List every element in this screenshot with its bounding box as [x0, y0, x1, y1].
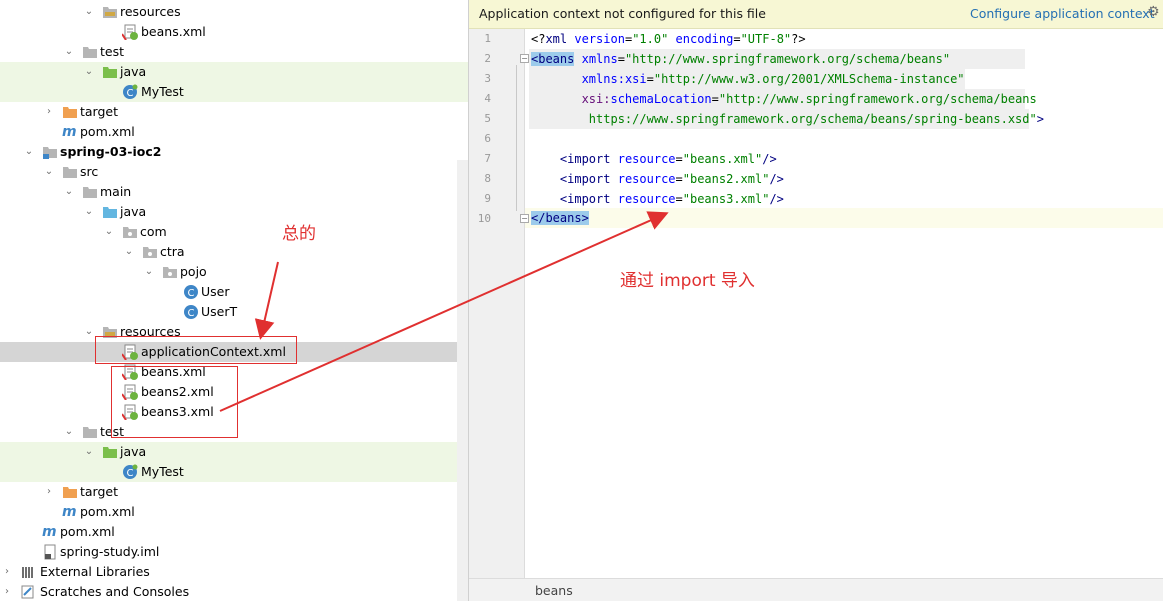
arrow-to-applicationcontext: [254, 261, 279, 340]
arrow-to-imports: [219, 211, 669, 412]
annotation-arrows: [219, 211, 669, 412]
